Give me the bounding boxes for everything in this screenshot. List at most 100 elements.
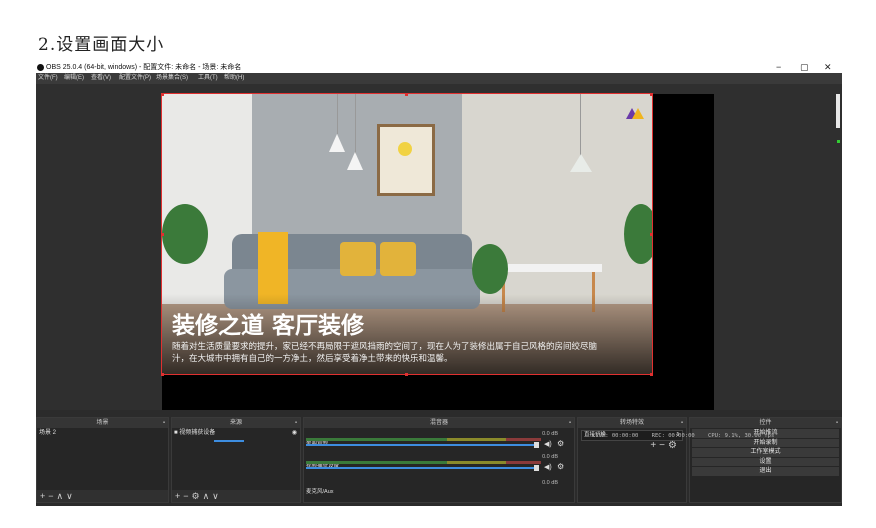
volume-meter: [306, 461, 541, 464]
resize-handle[interactable]: [650, 93, 653, 96]
audio-mixer-dock: 混音器 ▪ 桌面音频 0.0 dB ◀) ⚙ 视频捕获设备 0.0 dB ◀) ⚙: [303, 417, 575, 503]
channel-db: 0.0 dB: [542, 431, 558, 437]
status-bar: LIVE: 00:00:00 REC: 00:00:00 CPU: 9.1%, …: [592, 433, 784, 439]
resize-handle[interactable]: [161, 233, 164, 236]
transitions-header: 转场特效 ▪: [578, 418, 686, 428]
start-recording-button[interactable]: 开始录制: [692, 438, 839, 447]
page-heading: 2.设置画面大小: [38, 35, 165, 55]
close-button[interactable]: ✕: [824, 62, 832, 73]
exit-button[interactable]: 退出: [692, 467, 839, 476]
resize-handle[interactable]: [650, 373, 653, 376]
output-canvas[interactable]: 装修之道 客厅装修 随着对生活质量要求的提升，家已经不再局限于遮风挡雨的空间了，…: [161, 93, 714, 410]
menu-bar: 文件(F) 编辑(E) 查看(V) 配置文件(P) 场景集合(S) 工具(T) …: [36, 73, 842, 84]
preview-area[interactable]: 装修之道 客厅装修 随着对生活质量要求的提升，家已经不再局限于遮风挡雨的空间了，…: [36, 84, 842, 410]
volume-meter: [306, 438, 541, 441]
maximize-button[interactable]: ▢: [800, 62, 809, 73]
resize-handle[interactable]: [405, 93, 408, 96]
overlay-caption-line-2: 汁，在大城市中拥有自己的一方净土，然后享受着净土带来的快乐和温馨。: [172, 353, 453, 363]
scrollbar-thumb[interactable]: [836, 94, 840, 128]
resize-handle[interactable]: [405, 373, 408, 376]
scenes-header: 场景 ▪: [37, 418, 168, 428]
transitions-header-label: 转场特效: [619, 420, 644, 426]
mixer-channel: 麦克风/Aux 0.0 dB: [306, 480, 566, 498]
pendant-lamp: [570, 154, 592, 172]
brand-logo-icon: [632, 108, 644, 119]
live-timer: LIVE: 00:00:00: [592, 433, 639, 439]
lamp-cord: [355, 94, 356, 154]
visibility-eye-icon[interactable]: ◉: [292, 428, 297, 438]
pillow: [340, 242, 376, 276]
settings-button[interactable]: 设置: [692, 457, 839, 466]
cpu-usage: CPU: 9.1%, 30.00 fps: [708, 433, 775, 439]
taskbar-accent: [214, 440, 244, 442]
mixer-header-label: 混音器: [429, 420, 448, 426]
camera-icon: ■: [174, 430, 178, 436]
source-item[interactable]: ■ 视频捕获设备 ◉: [172, 428, 300, 438]
menu-profile[interactable]: 配置文件(P): [119, 73, 151, 84]
menu-edit[interactable]: 编辑(E): [64, 73, 84, 84]
wall-art: [377, 124, 435, 196]
rec-timer: REC: 00:00:00: [651, 433, 695, 439]
menu-scene-collection[interactable]: 场景集合(S): [156, 73, 188, 84]
obs-logo-icon: [37, 64, 44, 71]
speaker-icon[interactable]: ◀): [544, 440, 552, 448]
volume-slider[interactable]: [306, 467, 536, 469]
controls-header-label: 控件: [759, 420, 772, 426]
pillow: [380, 242, 416, 276]
dock-close-icon[interactable]: ▪: [681, 418, 683, 428]
plant: [472, 244, 508, 294]
source-item-label: 视频捕获设备: [179, 430, 216, 436]
resize-handle[interactable]: [650, 233, 653, 236]
scenes-header-label: 场景: [96, 420, 109, 426]
sources-header: 来源 ▪: [172, 418, 300, 428]
channel-name: 麦克风/Aux: [306, 489, 334, 495]
mixer-channel: 视频捕获设备 0.0 dB ◀) ⚙: [306, 454, 566, 472]
mixer-header: 混音器 ▪: [304, 418, 574, 428]
studio-mode-button[interactable]: 工作室模式: [692, 448, 839, 457]
menu-file[interactable]: 文件(F): [38, 73, 58, 84]
minimize-button[interactable]: −: [776, 62, 781, 73]
menu-view[interactable]: 查看(V): [91, 73, 111, 84]
gear-icon[interactable]: ⚙: [557, 462, 564, 471]
lamp-cord: [337, 94, 338, 134]
dining-table: [492, 264, 602, 272]
scrollbar-indicator: [837, 140, 840, 143]
gear-icon[interactable]: ⚙: [557, 439, 564, 448]
sources-dock: 来源 ▪ ■ 视频捕获设备 ◉ +−⚙∧∨: [171, 417, 301, 503]
sources-toolbar[interactable]: +−⚙∧∨: [172, 490, 300, 502]
window-title: OBS 25.0.4 (64-bit, windows) - 配置文件: 未命名…: [46, 64, 242, 71]
dock-area: 场景 ▪ 场景 2 +−∧∨ 来源 ▪ ■ 视频捕获设备 ◉ +−⚙∧∨ 混音器 ▪ …: [36, 417, 842, 506]
overlay-caption-line-1: 随着对生活质量要求的提升，家已经不再局限于遮风挡雨的空间了，现在人为了装修出属于…: [172, 341, 598, 351]
transition-toolbar[interactable]: +−⚙: [650, 440, 680, 451]
dock-close-icon[interactable]: ▪: [295, 418, 297, 428]
dock-close-icon[interactable]: ▪: [569, 418, 571, 428]
channel-db: 0.0 dB: [542, 480, 558, 486]
plant: [624, 204, 652, 264]
dock-close-icon[interactable]: ▪: [163, 418, 165, 428]
plant: [162, 204, 208, 264]
menu-help[interactable]: 帮助(H): [224, 73, 244, 84]
speaker-icon[interactable]: ◀): [544, 463, 552, 471]
scenes-toolbar[interactable]: +−∧∨: [37, 490, 168, 502]
dock-close-icon[interactable]: ▪: [836, 418, 838, 428]
video-source-image[interactable]: 装修之道 客厅装修 随着对生活质量要求的提升，家已经不再局限于遮风挡雨的空间了，…: [161, 93, 653, 375]
lamp-cord: [580, 94, 581, 156]
menu-tools[interactable]: 工具(T): [198, 73, 218, 84]
controls-header: 控件 ▪: [690, 418, 841, 428]
controls-dock: 控件 ▪ 开始推流 开始录制 工作室模式 设置 退出: [689, 417, 842, 503]
pendant-lamp: [329, 134, 345, 152]
pendant-lamp: [347, 152, 363, 170]
transitions-dock: 转场特效 ▪ 直接切换 ⇕ +−⚙: [577, 417, 687, 503]
scene-item[interactable]: 场景 2: [37, 428, 168, 438]
overlay-title: 装修之道 客厅装修: [172, 312, 365, 339]
channel-db: 0.0 dB: [542, 454, 558, 460]
volume-slider-knob[interactable]: [534, 465, 539, 471]
obs-window: OBS 25.0.4 (64-bit, windows) - 配置文件: 未命名…: [36, 62, 842, 506]
wall-art-flower: [398, 142, 412, 156]
resize-handle[interactable]: [161, 93, 164, 96]
mixer-channel: 桌面音频 0.0 dB ◀) ⚙: [306, 431, 566, 449]
volume-slider-knob[interactable]: [534, 442, 539, 448]
volume-slider[interactable]: [306, 444, 536, 446]
sources-header-label: 来源: [229, 420, 242, 426]
resize-handle[interactable]: [161, 373, 164, 376]
